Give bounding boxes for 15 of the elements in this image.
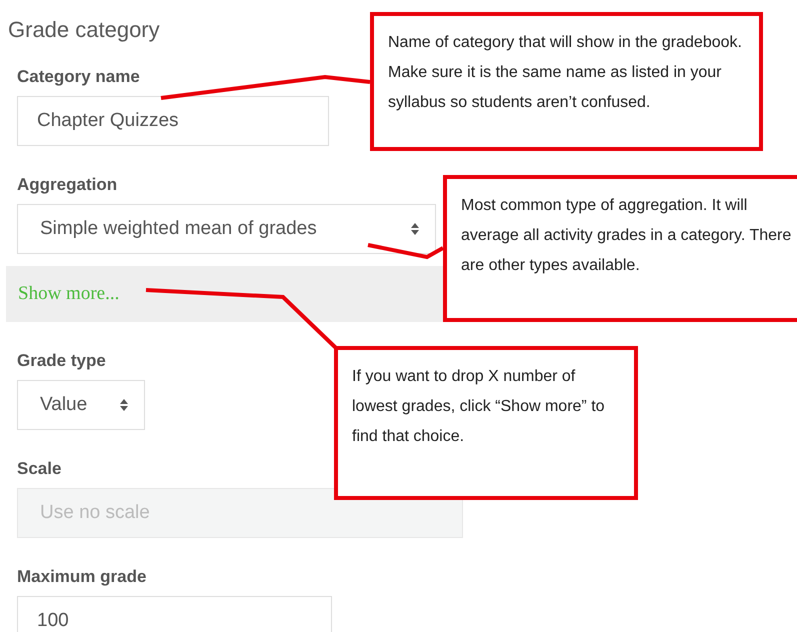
- field-label: Aggregation: [17, 174, 118, 196]
- callout-text: Name of category that will show in the gradebook. Make sure it is the same name as listed in your syllabus so students aren’t confused.: [388, 33, 743, 113]
- field-label: Scale: [17, 458, 62, 480]
- select-field[interactable]: Simple weighted mean of grades: [17, 204, 436, 254]
- input-field[interactable]: 100: [17, 596, 332, 632]
- field-label: Grade type: [17, 350, 106, 372]
- select-field[interactable]: Value: [17, 380, 145, 430]
- sort-caret-icon: [411, 223, 419, 235]
- section-title: Grade category: [8, 16, 160, 44]
- callout-text: Most common type of aggregation. It will average all activity grades in a category. There are other types available.: [461, 196, 792, 276]
- sort-caret-icon: [120, 399, 128, 411]
- callout-text: If you want to drop X number of lowest grades, click “Show more” to find that choice.: [352, 367, 606, 447]
- field-label: Maximum grade: [17, 566, 146, 588]
- input-field[interactable]: Chapter Quizzes: [17, 96, 329, 146]
- field-label: Category name: [17, 66, 140, 88]
